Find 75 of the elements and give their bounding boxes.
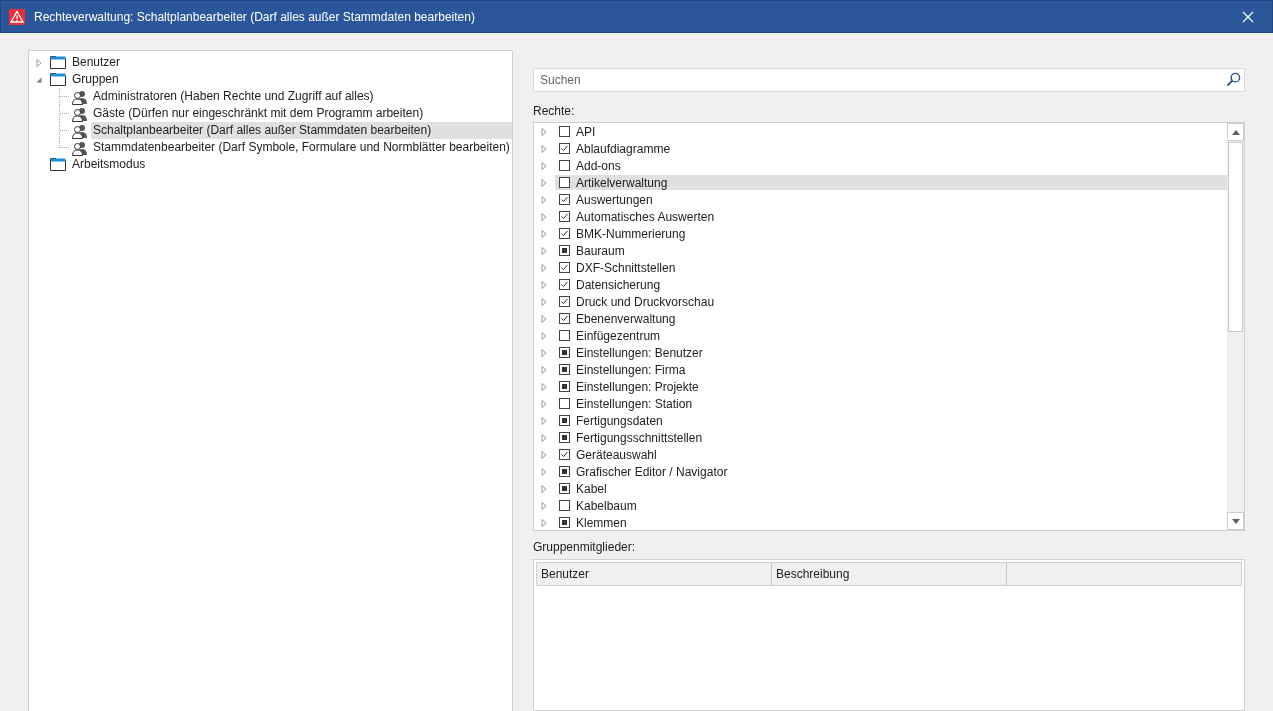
checkbox[interactable]: [559, 194, 570, 205]
checkbox[interactable]: [559, 262, 570, 273]
close-icon[interactable]: [1242, 10, 1254, 23]
rights-item[interactable]: Ebenenverwaltung: [555, 311, 1227, 326]
rights-item[interactable]: Bauraum: [555, 243, 1227, 258]
checkbox[interactable]: [559, 483, 570, 494]
window-title: Rechteverwaltung: Schaltplanbearbeiter (Darf alles außer Stammdaten bearbeiten): [34, 9, 476, 24]
checkbox[interactable]: [559, 415, 570, 426]
rights-item[interactable]: BMK-Nummerierung: [555, 226, 1227, 241]
collapse-arrow-icon[interactable]: [35, 75, 43, 84]
rights-item[interactable]: Ablaufdiagramme: [555, 141, 1227, 156]
checkbox[interactable]: [559, 381, 570, 392]
rights-item[interactable]: DXF-Schnittstellen: [555, 260, 1227, 275]
tree-item[interactable]: Benutzer: [70, 54, 123, 71]
rights-item[interactable]: Add-ons: [555, 158, 1227, 173]
checkbox[interactable]: [559, 313, 570, 324]
rights-item[interactable]: Einstellungen: Projekte: [555, 379, 1227, 394]
tree-item[interactable]: Gruppen: [70, 71, 121, 88]
rights-item[interactable]: Automatisches Auswerten: [555, 209, 1227, 224]
tree-item[interactable]: Schaltplanbearbeiter (Darf alles außer Stammdaten bearbeiten): [91, 122, 512, 139]
checkbox[interactable]: [559, 517, 570, 528]
rights-item[interactable]: Geräteauswahl: [555, 447, 1227, 462]
rights-item[interactable]: Fertigungsdaten: [555, 413, 1227, 428]
user-group-icon: [72, 139, 88, 156]
rights-item[interactable]: Druck und Druckvorschau: [555, 294, 1227, 309]
checkbox[interactable]: [559, 245, 570, 256]
rights-item[interactable]: Grafischer Editor / Navigator: [555, 464, 1227, 479]
checkbox[interactable]: [559, 211, 570, 222]
checkbox[interactable]: [559, 143, 570, 154]
checkbox[interactable]: [559, 398, 570, 409]
rights-item[interactable]: Datensicherung: [555, 277, 1227, 292]
checkbox[interactable]: [559, 126, 570, 137]
folder-icon: [50, 73, 66, 86]
checkbox[interactable]: [559, 160, 570, 171]
rights-item[interactable]: Fertigungsschnittstellen: [555, 430, 1227, 445]
checkbox[interactable]: [559, 500, 570, 511]
tree-item[interactable]: Arbeitsmodus: [70, 156, 148, 173]
checkbox[interactable]: [559, 466, 570, 477]
checkbox[interactable]: [559, 449, 570, 460]
search-icon[interactable]: [1226, 72, 1241, 87]
user-group-icon: [72, 88, 88, 105]
checkbox[interactable]: [559, 228, 570, 239]
checkbox[interactable]: [559, 347, 570, 358]
checkbox[interactable]: [559, 330, 570, 341]
folder-icon: [50, 56, 66, 69]
rights-label: Rechte:: [533, 104, 576, 120]
tree-item[interactable]: Stammdatenbearbeiter (Darf Symbole, Formulare und Normblätter bearbeiten): [91, 139, 512, 156]
members-label: Gruppenmitglieder:: [533, 540, 637, 556]
column-header[interactable]: Beschreibung: [772, 563, 1007, 585]
rights-item[interactable]: API: [555, 124, 1227, 139]
user-group-icon: [72, 122, 88, 139]
rights-item[interactable]: Einstellungen: Benutzer: [555, 345, 1227, 360]
folder-icon: [50, 158, 66, 171]
rights-item[interactable]: Artikelverwaltung: [555, 175, 1227, 190]
scroll-down-arrow-icon[interactable]: [1231, 518, 1240, 524]
rights-item[interactable]: Kabelbaum: [555, 498, 1227, 513]
checkbox[interactable]: [559, 364, 570, 375]
checkbox[interactable]: [559, 279, 570, 290]
rights-item[interactable]: Einstellungen: Firma: [555, 362, 1227, 377]
tree-item[interactable]: Administratoren (Haben Rechte und Zugriff auf alles): [91, 88, 376, 105]
warning-triangle-icon: [9, 8, 25, 25]
rights-item[interactable]: Einfügezentrum: [555, 328, 1227, 343]
rights-item[interactable]: Kabel: [555, 481, 1227, 496]
user-group-icon: [72, 105, 88, 122]
rights-item[interactable]: Klemmen: [555, 515, 1227, 530]
checkbox[interactable]: [559, 177, 570, 188]
column-header[interactable]: Benutzer: [537, 563, 772, 585]
scrollbar[interactable]: [1227, 123, 1244, 530]
scroll-up-arrow-icon[interactable]: [1231, 129, 1240, 135]
tree-item[interactable]: Gäste (Dürfen nur eingeschränkt mit dem Programm arbeiten): [91, 105, 426, 122]
checkbox[interactable]: [559, 432, 570, 443]
rights-item[interactable]: Einstellungen: Station: [555, 396, 1227, 411]
search-field[interactable]: Suchen: [533, 68, 1245, 92]
checkbox[interactable]: [559, 296, 570, 307]
rights-item[interactable]: Auswertungen: [555, 192, 1227, 207]
